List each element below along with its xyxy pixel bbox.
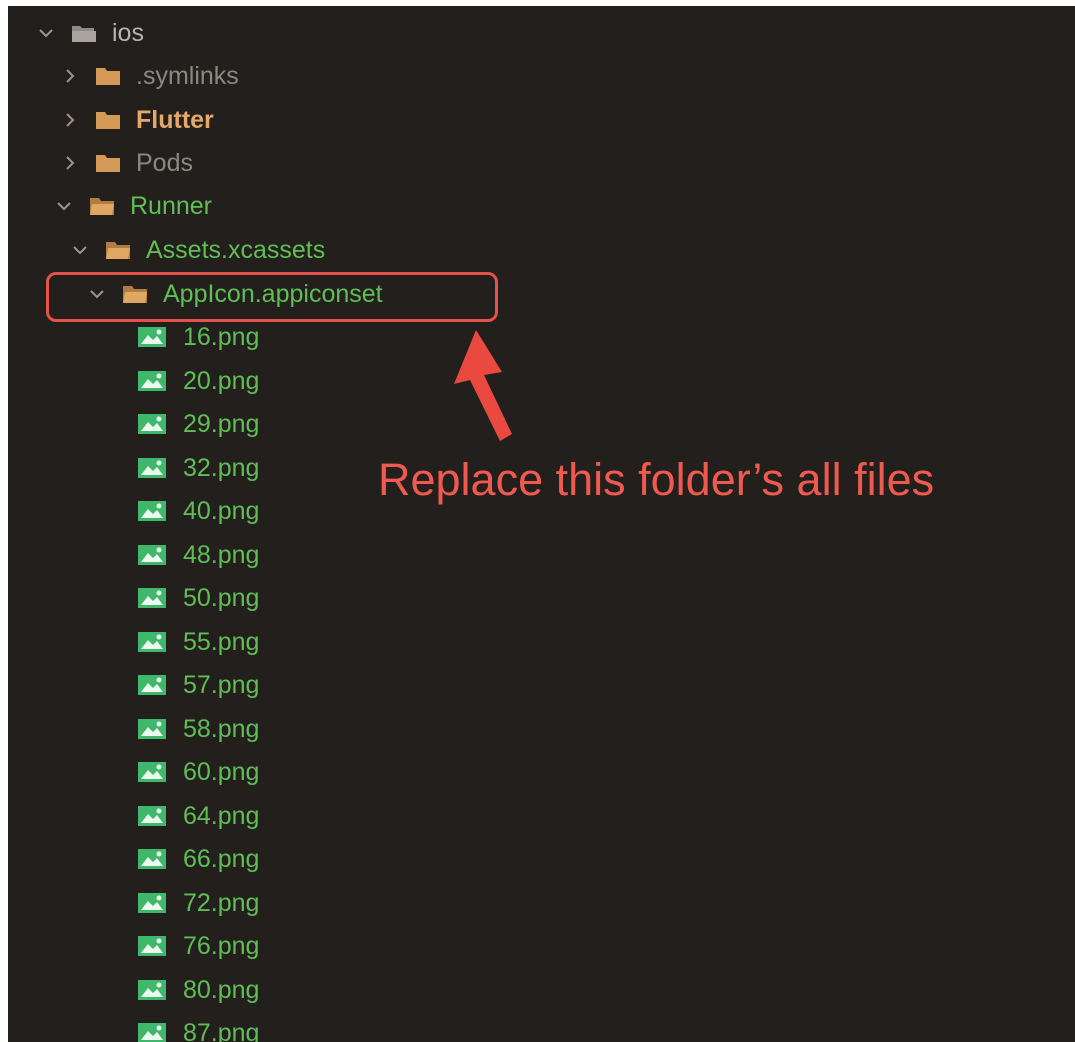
tree-item-label: Runner [130, 191, 212, 220]
tree-item-runner[interactable]: Runner [54, 186, 212, 226]
image-file-icon [138, 849, 166, 869]
tree-item-assets-xcassets[interactable]: Assets.xcassets [70, 230, 325, 270]
file-item[interactable]: 66.png [138, 839, 259, 879]
file-item-label: 72.png [183, 888, 260, 917]
file-item-label: 55.png [183, 627, 260, 656]
folder-icon [94, 109, 122, 131]
image-file-icon [138, 719, 166, 739]
image-file-icon [138, 936, 166, 956]
chevron-right-icon[interactable] [60, 66, 80, 86]
tree-item-symlinks[interactable]: .symlinks [60, 56, 239, 96]
file-item[interactable]: 72.png [138, 883, 259, 923]
chevron-right-icon[interactable] [60, 110, 80, 130]
image-file-icon [138, 588, 166, 608]
tree-item-ios[interactable]: ios [36, 13, 144, 53]
image-file-icon [138, 632, 166, 652]
file-item[interactable]: 32.png [138, 448, 259, 488]
file-item-label: 76.png [183, 931, 260, 960]
image-file-icon [138, 675, 166, 695]
file-item[interactable]: 80.png [138, 970, 259, 1010]
tree-item-label: Assets.xcassets [146, 235, 326, 264]
tree-item-label: .symlinks [136, 61, 239, 90]
file-item-label: 66.png [183, 844, 260, 873]
file-item[interactable]: 87.png [138, 1013, 259, 1042]
image-file-icon [138, 806, 166, 826]
file-item[interactable]: 76.png [138, 926, 259, 966]
chevron-down-icon[interactable] [70, 240, 90, 260]
file-item-label: 20.png [183, 366, 260, 395]
file-item-label: 58.png [183, 714, 260, 743]
file-item-label: 60.png [183, 757, 260, 786]
tree-item-label: ios [112, 18, 144, 47]
folder-open-icon [88, 195, 116, 217]
file-item-label: 80.png [183, 975, 260, 1004]
file-item-label: 16.png [183, 322, 260, 351]
image-file-icon [138, 545, 166, 565]
file-item[interactable]: 48.png [138, 535, 259, 575]
folder-open-icon [104, 239, 132, 261]
image-file-icon [138, 414, 166, 434]
annotation-callout: Replace this folder’s all files [378, 454, 935, 505]
tree-item-label: Flutter [136, 105, 214, 134]
highlight-box [46, 272, 498, 322]
file-item[interactable]: 16.png [138, 317, 259, 357]
folder-open-icon [70, 22, 98, 44]
file-item[interactable]: 40.png [138, 491, 259, 531]
image-file-icon [138, 893, 166, 913]
file-item[interactable]: 64.png [138, 796, 259, 836]
file-item[interactable]: 58.png [138, 709, 259, 749]
file-item[interactable]: 20.png [138, 361, 259, 401]
image-file-icon [138, 1023, 166, 1042]
file-item-label: 29.png [183, 409, 260, 438]
image-file-icon [138, 501, 166, 521]
file-item-label: 64.png [183, 801, 260, 830]
image-file-icon [138, 371, 166, 391]
image-file-icon [138, 327, 166, 347]
file-item-label: 48.png [183, 540, 260, 569]
file-item-label: 87.png [183, 1018, 260, 1042]
file-item-label: 40.png [183, 496, 260, 525]
tree-item-pods[interactable]: Pods [60, 143, 193, 183]
tree-item-flutter[interactable]: Flutter [60, 100, 214, 140]
chevron-down-icon[interactable] [36, 23, 56, 43]
file-item[interactable]: 55.png [138, 622, 259, 662]
image-file-icon [138, 980, 166, 1000]
file-explorer: ios .symlinks Flutter Pods Runner Assets… [8, 6, 1075, 1042]
image-file-icon [138, 762, 166, 782]
file-item-label: 57.png [183, 670, 260, 699]
file-item[interactable]: 50.png [138, 578, 259, 618]
file-item-label: 50.png [183, 583, 260, 612]
file-item[interactable]: 57.png [138, 665, 259, 705]
file-item[interactable]: 29.png [138, 404, 259, 444]
image-file-icon [138, 458, 166, 478]
folder-icon [94, 65, 122, 87]
file-item[interactable]: 60.png [138, 752, 259, 792]
tree-item-label: Pods [136, 148, 193, 177]
arrow-up-icon [454, 330, 512, 441]
file-item-label: 32.png [183, 453, 260, 482]
chevron-down-icon[interactable] [54, 196, 74, 216]
chevron-right-icon[interactable] [60, 153, 80, 173]
folder-icon [94, 152, 122, 174]
